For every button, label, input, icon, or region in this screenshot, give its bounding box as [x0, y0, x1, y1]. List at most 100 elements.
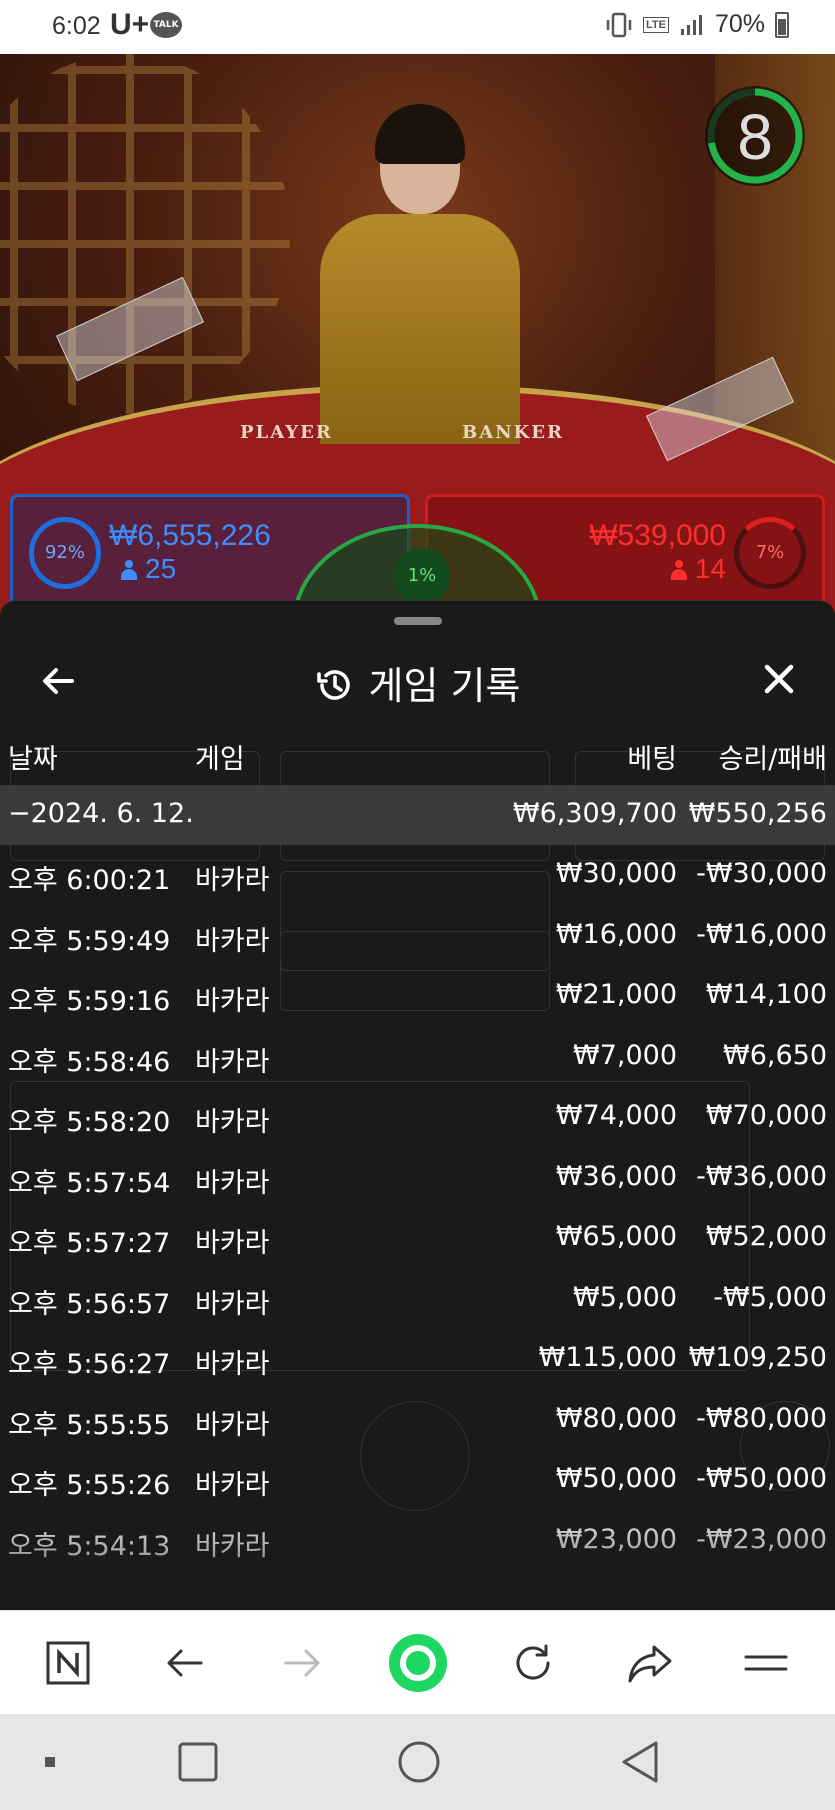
history-row[interactable]: 오후 5:58:46 바카라 ₩7,000 ₩6,650	[0, 1027, 835, 1087]
vibrate-icon	[606, 12, 632, 37]
sheet-title: 게임 기록	[368, 664, 521, 708]
row-result: ₩52,000	[705, 1221, 827, 1252]
background-lattice	[0, 54, 290, 414]
close-button[interactable]	[759, 659, 799, 699]
system-back-button[interactable]	[610, 1734, 670, 1790]
col-result: 승리/패배	[718, 744, 827, 775]
row-time: 오후 5:59:49	[8, 925, 171, 957]
home-icon	[398, 1741, 440, 1783]
row-game: 바카라	[195, 986, 270, 1017]
history-row[interactable]: 오후 6:00:21 바카라 ₩30,000 -₩30,000	[0, 845, 835, 905]
player-amount: ₩6,555,226	[109, 519, 271, 552]
row-time: 오후 5:58:20	[8, 1107, 171, 1138]
row-bet: ₩23,000	[555, 1523, 677, 1555]
browser-home-button[interactable]	[388, 1634, 448, 1692]
browser-menu-button[interactable]	[736, 1635, 796, 1691]
history-row[interactable]: 오후 5:57:54 바카라 ₩36,000 -₩36,000	[0, 1148, 835, 1208]
share-icon	[628, 1645, 672, 1683]
banker-percent: 7%	[734, 517, 806, 589]
row-game: 바카라	[195, 925, 270, 957]
history-row[interactable]: 오후 5:54:13 바카라 ₩23,000 -₩23,000	[0, 1511, 835, 1571]
row-bet: ₩74,000	[555, 1100, 677, 1131]
reload-button[interactable]	[503, 1635, 563, 1691]
forward-arrow-icon	[284, 1649, 320, 1677]
row-time: 오후 5:55:26	[8, 1470, 171, 1501]
browser-toolbar	[0, 1610, 835, 1714]
row-bet: ₩36,000	[555, 1160, 677, 1192]
home-button[interactable]	[389, 1734, 449, 1790]
back-icon	[622, 1741, 658, 1783]
naver-icon	[46, 1641, 90, 1685]
player-count: 25	[121, 553, 176, 585]
browser-forward-button[interactable]	[272, 1635, 332, 1691]
person-icon	[121, 560, 137, 580]
row-game: 바카라	[195, 1409, 270, 1441]
row-game: 바카라	[195, 1288, 270, 1320]
row-result: -₩50,000	[696, 1463, 827, 1494]
table-header: 날짜 게임 베팅 승리/패배	[0, 733, 835, 783]
row-game: 바카라	[195, 1228, 270, 1259]
row-result: ₩70,000	[705, 1100, 827, 1131]
summary-date: −2024. 6. 12.	[8, 798, 194, 829]
talk-badge-icon: TALK	[150, 12, 182, 38]
countdown-timer: 8	[705, 86, 805, 186]
row-bet: ₩5,000	[573, 1281, 677, 1313]
row-result: -₩36,000	[696, 1160, 827, 1192]
banker-count-value: 14	[694, 553, 726, 584]
row-result: ₩14,100	[705, 979, 827, 1010]
row-game: 바카라	[195, 865, 270, 896]
row-result: -₩16,000	[696, 918, 827, 950]
row-bet: ₩65,000	[555, 1221, 677, 1252]
sheet-header: 게임 기록	[0, 641, 835, 721]
row-game: 바카라	[195, 1167, 270, 1199]
row-game: 바카라	[195, 1107, 270, 1138]
row-result: -₩5,000	[713, 1281, 827, 1313]
row-bet: ₩115,000	[538, 1342, 677, 1373]
row-result: -₩30,000	[696, 858, 827, 889]
table-label-banker: BANKER	[462, 422, 564, 443]
row-bet: ₩21,000	[555, 979, 677, 1010]
row-time: 오후 5:55:55	[8, 1409, 171, 1441]
sheet-title-wrap: 게임 기록	[0, 655, 835, 710]
history-row[interactable]: 오후 5:56:27 바카라 ₩115,000 ₩109,250	[0, 1329, 835, 1389]
carrier-label: U+	[110, 8, 150, 41]
live-video[interactable]: PLAYER BANKER 8 92% ₩6,555,226 25 7% ₩53…	[0, 54, 835, 614]
dot-icon	[45, 1757, 55, 1767]
table-label-player: PLAYER	[240, 422, 333, 443]
share-button[interactable]	[620, 1635, 680, 1691]
row-time: 오후 5:57:54	[8, 1167, 171, 1199]
row-bet: ₩50,000	[555, 1463, 677, 1494]
naver-button[interactable]	[38, 1635, 98, 1691]
history-row[interactable]: 오후 5:55:55 바카라 ₩80,000 -₩80,000	[0, 1390, 835, 1450]
row-result: ₩6,650	[723, 1039, 827, 1071]
summary-result: ₩550,256	[688, 798, 827, 829]
browser-back-button[interactable]	[155, 1635, 215, 1691]
history-row[interactable]: 오후 5:56:57 바카라 ₩5,000 -₩5,000	[0, 1269, 835, 1329]
system-nav-bar	[0, 1714, 835, 1810]
close-icon	[764, 664, 794, 694]
history-row[interactable]: 오후 5:55:26 바카라 ₩50,000 -₩50,000	[0, 1450, 835, 1510]
date-summary-row[interactable]: −2024. 6. 12. ₩6,309,700 ₩550,256	[0, 785, 835, 845]
history-row[interactable]: 오후 5:57:27 바카라 ₩65,000 ₩52,000	[0, 1208, 835, 1268]
sheet-drag-handle[interactable]	[394, 617, 442, 625]
back-arrow-icon	[167, 1649, 203, 1677]
history-row[interactable]: 오후 5:58:20 바카라 ₩74,000 ₩70,000	[0, 1087, 835, 1147]
tie-percent: 1%	[394, 548, 450, 604]
col-date: 날짜	[8, 744, 58, 775]
row-time: 오후 5:54:13	[8, 1530, 171, 1562]
history-row[interactable]: 오후 5:59:16 바카라 ₩21,000 ₩14,100	[0, 966, 835, 1026]
history-row[interactable]: 오후 5:59:49 바카라 ₩16,000 -₩16,000	[0, 906, 835, 966]
row-time: 오후 6:00:21	[8, 865, 171, 896]
history-icon	[316, 670, 350, 700]
recents-icon	[178, 1742, 218, 1782]
col-game: 게임	[195, 744, 245, 775]
row-game: 바카라	[195, 1349, 270, 1380]
nav-dot-button[interactable]	[20, 1734, 80, 1790]
row-bet: ₩30,000	[555, 858, 677, 889]
summary-bet: ₩6,309,700	[512, 798, 677, 829]
row-time: 오후 5:56:57	[8, 1288, 171, 1320]
row-time: 오후 5:56:27	[8, 1349, 171, 1380]
home-circle-icon	[389, 1634, 447, 1692]
row-time: 오후 5:58:46	[8, 1046, 171, 1078]
recents-button[interactable]	[168, 1734, 228, 1790]
